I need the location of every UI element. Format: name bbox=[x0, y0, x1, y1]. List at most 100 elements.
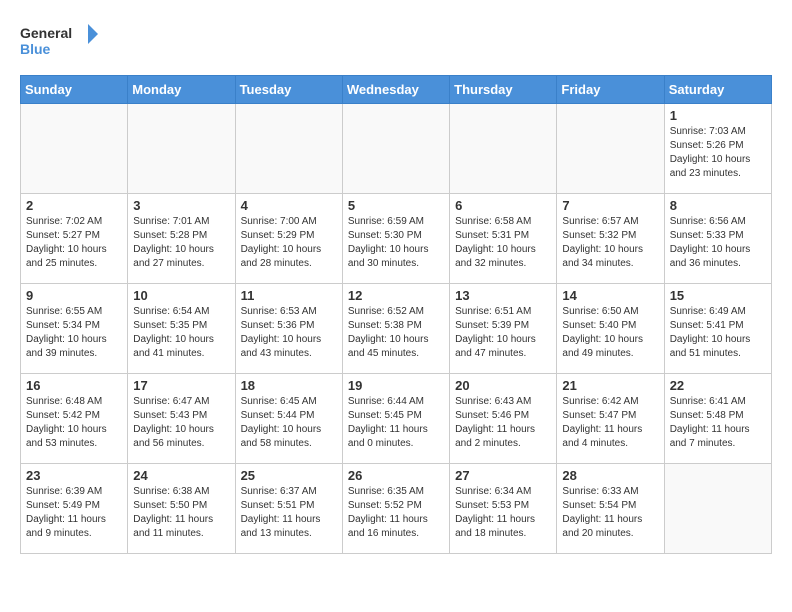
day-info: Sunrise: 6:57 AM Sunset: 5:32 PM Dayligh… bbox=[562, 215, 658, 271]
day-number: 20 bbox=[455, 378, 551, 393]
day-info: Sunrise: 7:01 AM Sunset: 5:28 PM Dayligh… bbox=[133, 215, 229, 271]
calendar-cell: 10 Sunrise: 6:54 AM Sunset: 5:35 PM Dayli… bbox=[128, 284, 235, 374]
calendar-cell: 19 Sunrise: 6:44 AM Sunset: 5:45 PM Dayli… bbox=[342, 374, 449, 464]
svg-text:General: General bbox=[20, 25, 72, 41]
calendar-cell: 3 Sunrise: 7:01 AM Sunset: 5:28 PM Daylig… bbox=[128, 194, 235, 284]
day-info: Sunrise: 6:34 AM Sunset: 5:53 PM Dayligh… bbox=[455, 485, 551, 541]
day-info: Sunrise: 6:59 AM Sunset: 5:30 PM Dayligh… bbox=[348, 215, 444, 271]
day-info: Sunrise: 6:43 AM Sunset: 5:46 PM Dayligh… bbox=[455, 395, 551, 451]
day-info: Sunrise: 6:45 AM Sunset: 5:44 PM Dayligh… bbox=[241, 395, 337, 451]
calendar-table: SundayMondayTuesdayWednesdayThursdayFrid… bbox=[20, 75, 772, 554]
weekday-header-monday: Monday bbox=[128, 76, 235, 104]
day-number: 14 bbox=[562, 288, 658, 303]
day-number: 10 bbox=[133, 288, 229, 303]
calendar-cell bbox=[128, 104, 235, 194]
day-number: 22 bbox=[670, 378, 766, 393]
day-number: 1 bbox=[670, 108, 766, 123]
weekday-header-row: SundayMondayTuesdayWednesdayThursdayFrid… bbox=[21, 76, 772, 104]
day-info: Sunrise: 7:03 AM Sunset: 5:26 PM Dayligh… bbox=[670, 125, 766, 181]
calendar-week-5: 23 Sunrise: 6:39 AM Sunset: 5:49 PM Dayli… bbox=[21, 464, 772, 554]
calendar-week-1: 1 Sunrise: 7:03 AM Sunset: 5:26 PM Daylig… bbox=[21, 104, 772, 194]
weekday-header-thursday: Thursday bbox=[450, 76, 557, 104]
day-number: 28 bbox=[562, 468, 658, 483]
generalblue-logo: General Blue bbox=[20, 20, 100, 65]
day-number: 24 bbox=[133, 468, 229, 483]
day-number: 25 bbox=[241, 468, 337, 483]
day-number: 2 bbox=[26, 198, 122, 213]
day-number: 9 bbox=[26, 288, 122, 303]
weekday-header-sunday: Sunday bbox=[21, 76, 128, 104]
calendar-cell: 25 Sunrise: 6:37 AM Sunset: 5:51 PM Dayli… bbox=[235, 464, 342, 554]
calendar-cell: 18 Sunrise: 6:45 AM Sunset: 5:44 PM Dayli… bbox=[235, 374, 342, 464]
calendar-cell: 14 Sunrise: 6:50 AM Sunset: 5:40 PM Dayli… bbox=[557, 284, 664, 374]
day-number: 6 bbox=[455, 198, 551, 213]
calendar-cell bbox=[21, 104, 128, 194]
calendar-cell: 16Sunrise: 6:48 AM Sunset: 5:42 PM Dayli… bbox=[21, 374, 128, 464]
calendar-cell: 5 Sunrise: 6:59 AM Sunset: 5:30 PM Daylig… bbox=[342, 194, 449, 284]
day-info: Sunrise: 6:35 AM Sunset: 5:52 PM Dayligh… bbox=[348, 485, 444, 541]
calendar-cell: 13 Sunrise: 6:51 AM Sunset: 5:39 PM Dayli… bbox=[450, 284, 557, 374]
calendar-cell: 7 Sunrise: 6:57 AM Sunset: 5:32 PM Daylig… bbox=[557, 194, 664, 284]
day-number: 12 bbox=[348, 288, 444, 303]
calendar-cell: 26Sunrise: 6:35 AM Sunset: 5:52 PM Dayli… bbox=[342, 464, 449, 554]
calendar-week-4: 16Sunrise: 6:48 AM Sunset: 5:42 PM Dayli… bbox=[21, 374, 772, 464]
day-number: 21 bbox=[562, 378, 658, 393]
day-info: Sunrise: 6:47 AM Sunset: 5:43 PM Dayligh… bbox=[133, 395, 229, 451]
calendar-cell: 21 Sunrise: 6:42 AM Sunset: 5:47 PM Dayli… bbox=[557, 374, 664, 464]
day-number: 5 bbox=[348, 198, 444, 213]
calendar-cell: 17 Sunrise: 6:47 AM Sunset: 5:43 PM Dayli… bbox=[128, 374, 235, 464]
calendar-cell: 24 Sunrise: 6:38 AM Sunset: 5:50 PM Dayli… bbox=[128, 464, 235, 554]
day-number: 8 bbox=[670, 198, 766, 213]
day-info: Sunrise: 6:38 AM Sunset: 5:50 PM Dayligh… bbox=[133, 485, 229, 541]
calendar-cell: 6 Sunrise: 6:58 AM Sunset: 5:31 PM Daylig… bbox=[450, 194, 557, 284]
calendar-cell bbox=[557, 104, 664, 194]
weekday-header-friday: Friday bbox=[557, 76, 664, 104]
calendar-cell: 8 Sunrise: 6:56 AM Sunset: 5:33 PM Daylig… bbox=[664, 194, 771, 284]
day-info: Sunrise: 7:02 AM Sunset: 5:27 PM Dayligh… bbox=[26, 215, 122, 271]
svg-text:Blue: Blue bbox=[20, 41, 51, 57]
day-number: 18 bbox=[241, 378, 337, 393]
day-info: Sunrise: 6:51 AM Sunset: 5:39 PM Dayligh… bbox=[455, 305, 551, 361]
day-info: Sunrise: 6:41 AM Sunset: 5:48 PM Dayligh… bbox=[670, 395, 766, 451]
day-number: 17 bbox=[133, 378, 229, 393]
day-info: Sunrise: 7:00 AM Sunset: 5:29 PM Dayligh… bbox=[241, 215, 337, 271]
calendar-cell: 27 Sunrise: 6:34 AM Sunset: 5:53 PM Dayli… bbox=[450, 464, 557, 554]
day-info: Sunrise: 6:39 AM Sunset: 5:49 PM Dayligh… bbox=[26, 485, 122, 541]
calendar-cell: 4 Sunrise: 7:00 AM Sunset: 5:29 PM Daylig… bbox=[235, 194, 342, 284]
day-number: 4 bbox=[241, 198, 337, 213]
calendar-cell bbox=[342, 104, 449, 194]
logo: General Blue bbox=[20, 20, 100, 65]
day-info: Sunrise: 6:56 AM Sunset: 5:33 PM Dayligh… bbox=[670, 215, 766, 271]
calendar-cell: 2 Sunrise: 7:02 AM Sunset: 5:27 PM Daylig… bbox=[21, 194, 128, 284]
day-info: Sunrise: 6:33 AM Sunset: 5:54 PM Dayligh… bbox=[562, 485, 658, 541]
day-number: 19 bbox=[348, 378, 444, 393]
day-info: Sunrise: 6:58 AM Sunset: 5:31 PM Dayligh… bbox=[455, 215, 551, 271]
day-number: 11 bbox=[241, 288, 337, 303]
calendar-cell bbox=[450, 104, 557, 194]
day-number: 3 bbox=[133, 198, 229, 213]
day-number: 15 bbox=[670, 288, 766, 303]
day-number: 23 bbox=[26, 468, 122, 483]
day-number: 27 bbox=[455, 468, 551, 483]
day-info: Sunrise: 6:49 AM Sunset: 5:41 PM Dayligh… bbox=[670, 305, 766, 361]
calendar-cell: 11 Sunrise: 6:53 AM Sunset: 5:36 PM Dayli… bbox=[235, 284, 342, 374]
day-info: Sunrise: 6:37 AM Sunset: 5:51 PM Dayligh… bbox=[241, 485, 337, 541]
weekday-header-saturday: Saturday bbox=[664, 76, 771, 104]
calendar-cell bbox=[664, 464, 771, 554]
calendar-cell: 28 Sunrise: 6:33 AM Sunset: 5:54 PM Dayli… bbox=[557, 464, 664, 554]
calendar-cell: 15 Sunrise: 6:49 AM Sunset: 5:41 PM Dayli… bbox=[664, 284, 771, 374]
day-info: Sunrise: 6:54 AM Sunset: 5:35 PM Dayligh… bbox=[133, 305, 229, 361]
day-info: Sunrise: 6:53 AM Sunset: 5:36 PM Dayligh… bbox=[241, 305, 337, 361]
weekday-header-wednesday: Wednesday bbox=[342, 76, 449, 104]
day-number: 13 bbox=[455, 288, 551, 303]
calendar-cell bbox=[235, 104, 342, 194]
day-number: 16 bbox=[26, 378, 122, 393]
calendar-cell: 20 Sunrise: 6:43 AM Sunset: 5:46 PM Dayli… bbox=[450, 374, 557, 464]
day-info: Sunrise: 6:50 AM Sunset: 5:40 PM Dayligh… bbox=[562, 305, 658, 361]
day-info: Sunrise: 6:44 AM Sunset: 5:45 PM Dayligh… bbox=[348, 395, 444, 451]
day-info: Sunrise: 6:42 AM Sunset: 5:47 PM Dayligh… bbox=[562, 395, 658, 451]
calendar-cell: 12Sunrise: 6:52 AM Sunset: 5:38 PM Dayli… bbox=[342, 284, 449, 374]
calendar-cell: 1 Sunrise: 7:03 AM Sunset: 5:26 PM Daylig… bbox=[664, 104, 771, 194]
day-number: 7 bbox=[562, 198, 658, 213]
calendar-cell: 23 Sunrise: 6:39 AM Sunset: 5:49 PM Dayli… bbox=[21, 464, 128, 554]
